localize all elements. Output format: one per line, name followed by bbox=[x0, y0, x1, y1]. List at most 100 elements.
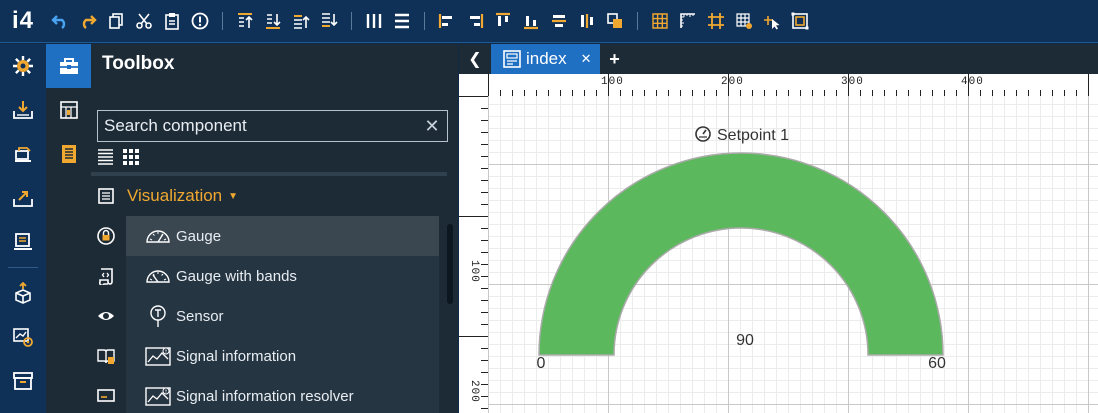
grid-settings-icon bbox=[736, 13, 752, 29]
close-icon[interactable]: ✕ bbox=[581, 51, 592, 67]
tab-index[interactable]: index ✕ bbox=[491, 44, 600, 74]
bring-front-button[interactable] bbox=[232, 8, 258, 34]
section-visualization[interactable]: Visualization ▼ bbox=[126, 176, 439, 216]
component-gauge-with-bands[interactable]: Gauge with bands bbox=[126, 256, 439, 296]
component-label: Sensor bbox=[176, 307, 224, 325]
nav-archive[interactable] bbox=[0, 359, 46, 403]
align-right-button[interactable] bbox=[462, 8, 488, 34]
tab-label: index bbox=[526, 49, 567, 68]
category-list[interactable] bbox=[91, 176, 121, 216]
ruler-horizontal-ticks: 100 200 300 400 bbox=[488, 74, 1089, 96]
category-documents[interactable] bbox=[91, 336, 121, 376]
send-backward-button[interactable] bbox=[316, 8, 342, 34]
archive-icon bbox=[13, 372, 33, 390]
component-signal-information[interactable]: Signal information bbox=[126, 336, 439, 376]
ruler-label: 100 bbox=[468, 260, 480, 283]
signal-resolver-icon bbox=[145, 387, 171, 406]
plus-icon[interactable]: + bbox=[600, 44, 630, 74]
align-center-horizontal-icon bbox=[552, 15, 566, 27]
tab-layout[interactable] bbox=[46, 88, 91, 132]
component-search: ✕ bbox=[97, 110, 448, 142]
properties-icon bbox=[61, 145, 76, 163]
nav-analytics[interactable] bbox=[0, 315, 46, 359]
layout-icon bbox=[59, 101, 78, 119]
report-icon bbox=[14, 233, 32, 250]
category-visualization[interactable] bbox=[91, 296, 121, 336]
paste-button[interactable] bbox=[159, 8, 185, 34]
redo-button[interactable] bbox=[75, 8, 101, 34]
component-sensor[interactable]: Sensor bbox=[126, 296, 439, 336]
eye-icon bbox=[98, 312, 114, 320]
component-label: Gauge with bands bbox=[176, 267, 297, 285]
tab-toolbox[interactable] bbox=[46, 44, 91, 88]
cut-button[interactable] bbox=[131, 8, 157, 34]
align-center-horizontal-button[interactable] bbox=[546, 8, 572, 34]
gauge-widget[interactable]: Setpoint 1 90 0 60 bbox=[488, 96, 1098, 413]
distribute-vertical-icon bbox=[395, 13, 409, 29]
send-back-icon bbox=[266, 14, 281, 29]
ruler-button[interactable] bbox=[675, 8, 701, 34]
list-view-icon[interactable] bbox=[97, 148, 114, 165]
category-display[interactable] bbox=[91, 376, 121, 413]
sensor-icon bbox=[150, 305, 166, 327]
distribute-horizontal-button[interactable] bbox=[361, 8, 387, 34]
pointer-icon bbox=[764, 16, 780, 30]
list-icon bbox=[98, 188, 114, 204]
toolbox-scrollbar[interactable] bbox=[447, 224, 453, 304]
category-security[interactable] bbox=[91, 216, 121, 256]
category-script[interactable] bbox=[91, 256, 121, 296]
lock-icon bbox=[97, 227, 115, 245]
info-icon bbox=[191, 12, 209, 30]
align-bottom-button[interactable] bbox=[518, 8, 544, 34]
ruler-label: 400 bbox=[961, 76, 984, 88]
nav-reports[interactable] bbox=[0, 220, 46, 264]
nav-data-import[interactable] bbox=[0, 88, 46, 132]
distribute-vertical-button[interactable] bbox=[389, 8, 415, 34]
grid-settings-button[interactable] bbox=[731, 8, 757, 34]
close-icon[interactable]: ✕ bbox=[423, 116, 441, 137]
component-signal-information-resolver[interactable]: Signal information resolver bbox=[126, 376, 439, 413]
toolbar-separator bbox=[222, 12, 223, 30]
send-back-button[interactable] bbox=[260, 8, 286, 34]
nav-devices[interactable] bbox=[0, 132, 46, 176]
resize-button[interactable] bbox=[787, 8, 813, 34]
snap-button[interactable] bbox=[703, 8, 729, 34]
nav-packages[interactable] bbox=[0, 271, 46, 315]
grid-view-icon[interactable] bbox=[122, 148, 139, 165]
search-input[interactable] bbox=[104, 116, 423, 136]
nav-settings[interactable] bbox=[0, 44, 46, 88]
info-button[interactable] bbox=[187, 8, 213, 34]
toolbox-panel: Toolbox ✕ Visua bbox=[91, 44, 458, 413]
bring-forward-button[interactable] bbox=[288, 8, 314, 34]
bring-forward-icon bbox=[294, 15, 310, 29]
gauge-arc bbox=[538, 152, 944, 356]
tab-properties[interactable] bbox=[46, 132, 91, 176]
gauge-max-label: 60 bbox=[928, 355, 946, 372]
gauge-title: Setpoint 1 bbox=[695, 126, 789, 144]
nav-separator bbox=[8, 267, 38, 268]
component-list: Visualization ▼ Gauge Gauge with bands S… bbox=[126, 176, 439, 413]
align-top-button[interactable] bbox=[490, 8, 516, 34]
gauge-title-text: Setpoint 1 bbox=[717, 127, 789, 144]
nav-export[interactable] bbox=[0, 176, 46, 220]
design-canvas[interactable]: Setpoint 1 90 0 60 bbox=[488, 96, 1098, 413]
align-center-vertical-button[interactable] bbox=[574, 8, 600, 34]
align-left-button[interactable] bbox=[434, 8, 460, 34]
align-left-icon bbox=[438, 14, 452, 28]
toolbar-group-order bbox=[231, 0, 343, 43]
device-icon bbox=[15, 147, 31, 162]
undo-button[interactable] bbox=[47, 8, 73, 34]
align-top-icon bbox=[496, 12, 510, 26]
chevron-left-icon[interactable]: ❮ bbox=[459, 44, 491, 74]
toolbox-side-tabs bbox=[46, 44, 91, 413]
align-bottom-icon bbox=[524, 16, 538, 30]
group-button[interactable] bbox=[602, 8, 628, 34]
pointer-button[interactable] bbox=[759, 8, 785, 34]
script-icon bbox=[98, 268, 113, 285]
package-icon bbox=[15, 282, 31, 304]
ruler-label: 300 bbox=[841, 76, 864, 88]
send-backward-icon bbox=[322, 13, 338, 27]
grid-button[interactable] bbox=[647, 8, 673, 34]
copy-button[interactable] bbox=[103, 8, 129, 34]
component-gauge[interactable]: Gauge bbox=[126, 216, 439, 256]
